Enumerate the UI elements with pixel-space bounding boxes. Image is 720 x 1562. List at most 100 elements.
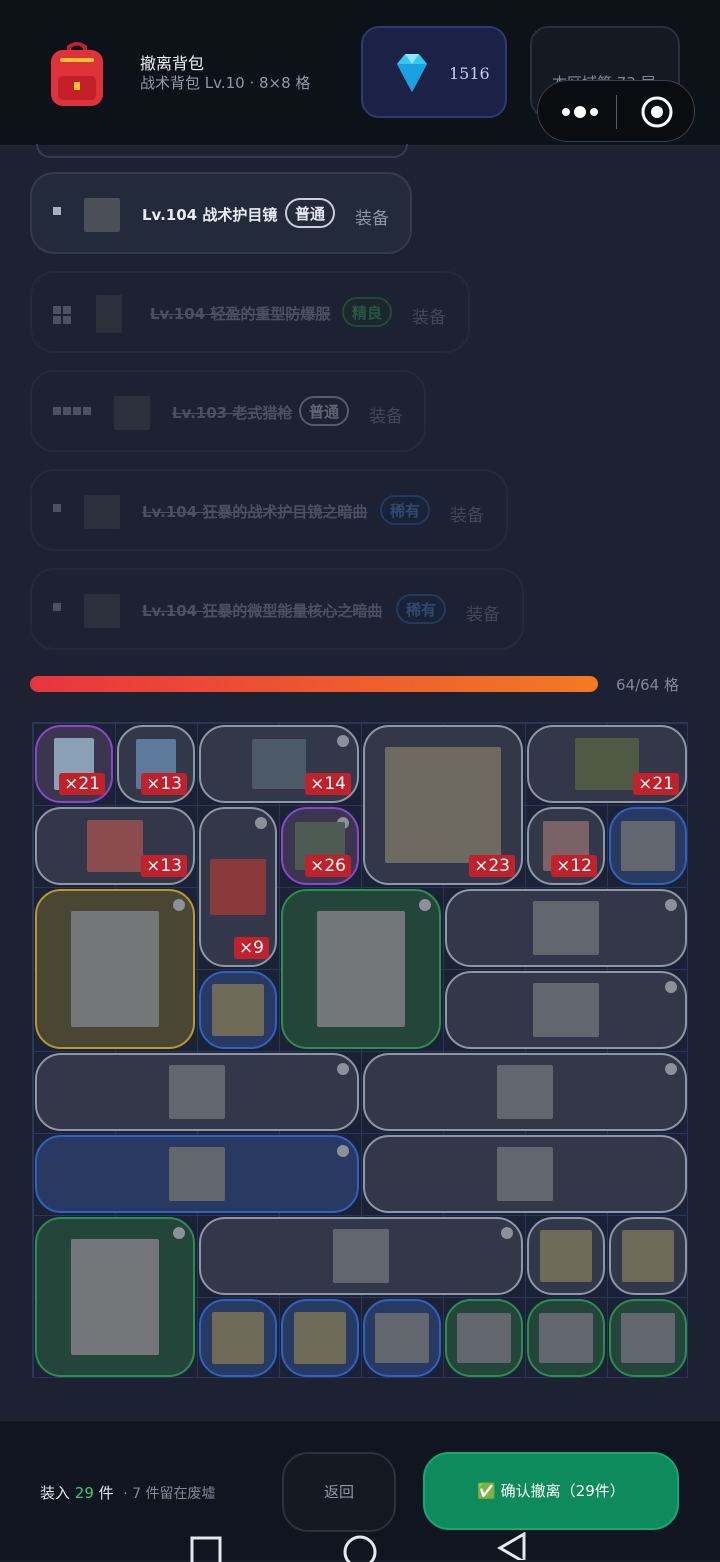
equipment-name: Lv.104 狂暴的战术护目镜之暗曲 xyxy=(142,503,368,521)
backpack-item[interactable] xyxy=(35,1135,359,1213)
backpack-item[interactable] xyxy=(35,889,195,1049)
item-indicator xyxy=(255,817,267,829)
goggles-icon xyxy=(539,1313,593,1363)
first-aid-case-icon xyxy=(385,747,501,863)
fuel-can-icon xyxy=(210,859,266,915)
ammo-box-icon xyxy=(575,738,639,790)
capsule-divider xyxy=(616,95,617,129)
equip-button: 装备 xyxy=(412,308,446,328)
backpack-item[interactable] xyxy=(445,971,687,1049)
backpack-subtitle: 战术背包 Lv.10 · 8×8 格 xyxy=(140,74,311,92)
equipment-row[interactable]: Lv.104 战术护目镜 普通 装备 xyxy=(30,172,412,254)
item-qty: ×21 xyxy=(633,773,679,795)
backpack-item[interactable] xyxy=(363,1053,687,1131)
backpack-item[interactable]: ×12 xyxy=(527,807,605,885)
goggles-thumb xyxy=(84,198,120,232)
item-qty: ×21 xyxy=(59,773,105,795)
bomb-suit-thumb xyxy=(96,295,122,333)
back-button[interactable]: 返回 xyxy=(282,1452,396,1532)
assault-rifle-icon xyxy=(533,901,599,955)
goggles-thumb xyxy=(84,495,120,529)
backpack-item[interactable]: ×21 xyxy=(527,725,687,803)
backpack-item[interactable] xyxy=(363,1299,441,1377)
diamond-icon xyxy=(397,54,427,92)
hunting-rifle-icon xyxy=(333,1229,389,1283)
backpack-item[interactable]: ×21 xyxy=(35,725,113,803)
backpack-item[interactable]: ×13 xyxy=(35,807,195,885)
backpack-item[interactable]: ×23 xyxy=(363,725,523,885)
item-indicator xyxy=(337,1063,349,1075)
backpack-item[interactable] xyxy=(199,1299,277,1377)
item-qty: ×13 xyxy=(141,773,187,795)
confirm-evacuate-button[interactable]: ✅ 确认撤离（29件） xyxy=(423,1452,679,1530)
backpack-item[interactable] xyxy=(35,1053,359,1131)
bomb-suit-icon xyxy=(71,1239,159,1355)
backpack-item[interactable]: ×13 xyxy=(117,725,195,803)
load-prefix: 装入 xyxy=(40,1484,71,1502)
goggles-icon xyxy=(621,1313,675,1363)
equipment-row: Lv.104 狂暴的战术护目镜之暗曲 稀有 装备 xyxy=(30,469,508,551)
assault-rifle-icon xyxy=(533,983,599,1037)
equip-button: 装备 xyxy=(369,407,403,427)
equipment-row: Lv.103 老式猎枪 普通 装备 xyxy=(30,370,426,452)
backpack-icon xyxy=(51,42,103,106)
equipment-row: Lv.104 轻盈的重型防爆服 精良 装备 xyxy=(30,271,470,353)
equip-button: 装备 xyxy=(466,605,500,625)
energy-core-icon xyxy=(212,1312,264,1364)
equip-button[interactable]: 装备 xyxy=(355,204,389,229)
recents-icon[interactable] xyxy=(190,1536,222,1562)
mini-program-capsule xyxy=(537,80,695,142)
more-icon[interactable] xyxy=(560,101,600,123)
load-count: 29 xyxy=(74,1484,94,1502)
toolbox-icon xyxy=(252,739,306,789)
item-indicator xyxy=(665,899,677,911)
equipment-name: Lv.104 战术护目镜 xyxy=(142,206,278,224)
backpack-item[interactable]: ×9 xyxy=(199,807,277,967)
backpack-item[interactable] xyxy=(199,971,277,1049)
item-indicator xyxy=(419,899,431,911)
energy-core-icon xyxy=(294,1312,346,1364)
back-nav-icon[interactable] xyxy=(496,1532,528,1560)
list-item-partial xyxy=(36,144,408,158)
energy-core-icon xyxy=(212,984,264,1036)
backpack-item[interactable] xyxy=(281,889,441,1049)
backpack-title: 撤离背包 xyxy=(140,54,205,73)
backpack-item[interactable]: ×14 xyxy=(199,725,359,803)
gem-balance[interactable]: 1516 xyxy=(361,26,507,118)
backpack-item[interactable] xyxy=(445,1299,523,1377)
header: 撤离背包 战术背包 Lv.10 · 8×8 格 1516 本区域第 73 层 xyxy=(0,0,720,146)
backpack-item[interactable] xyxy=(281,1299,359,1377)
backpack-item[interactable]: ×26 xyxy=(281,807,359,885)
backpack-item[interactable] xyxy=(35,1217,195,1377)
backpack-item[interactable] xyxy=(199,1217,523,1295)
hunting-rifle-thumb xyxy=(114,396,150,430)
equipment-row: Lv.104 狂暴的微型能量核心之暗曲 稀有 装备 xyxy=(30,568,524,650)
bomb-suit-icon xyxy=(71,911,159,1027)
rarity-badge: 普通 xyxy=(285,198,336,228)
medkit-icon xyxy=(87,820,143,872)
backpack-item[interactable] xyxy=(527,1217,605,1295)
capacity-bar xyxy=(30,676,598,692)
item-indicator xyxy=(173,899,185,911)
rarity-badge: 普通 xyxy=(299,396,350,426)
item-qty: ×14 xyxy=(305,773,351,795)
home-icon[interactable] xyxy=(342,1534,378,1562)
shape-4x1-icon xyxy=(53,407,91,415)
close-mini-program-icon[interactable] xyxy=(640,95,674,129)
backpack-item[interactable] xyxy=(527,1299,605,1377)
backpack-item[interactable] xyxy=(609,1217,687,1295)
energy-core-thumb xyxy=(84,594,120,628)
item-indicator xyxy=(665,1063,677,1075)
item-indicator xyxy=(501,1227,513,1239)
shape-1x1-icon xyxy=(53,207,61,215)
backpack-item[interactable] xyxy=(445,889,687,967)
backpack-item[interactable] xyxy=(609,807,687,885)
hunting-rifle-icon xyxy=(169,1065,225,1119)
backpack-item[interactable] xyxy=(363,1135,687,1213)
item-indicator xyxy=(665,981,677,993)
backpack-item[interactable] xyxy=(609,1299,687,1377)
load-suffix: 件 xyxy=(98,1484,114,1502)
item-qty: ×12 xyxy=(551,855,597,877)
shape-1x1-icon xyxy=(53,603,61,611)
item-indicator xyxy=(173,1227,185,1239)
